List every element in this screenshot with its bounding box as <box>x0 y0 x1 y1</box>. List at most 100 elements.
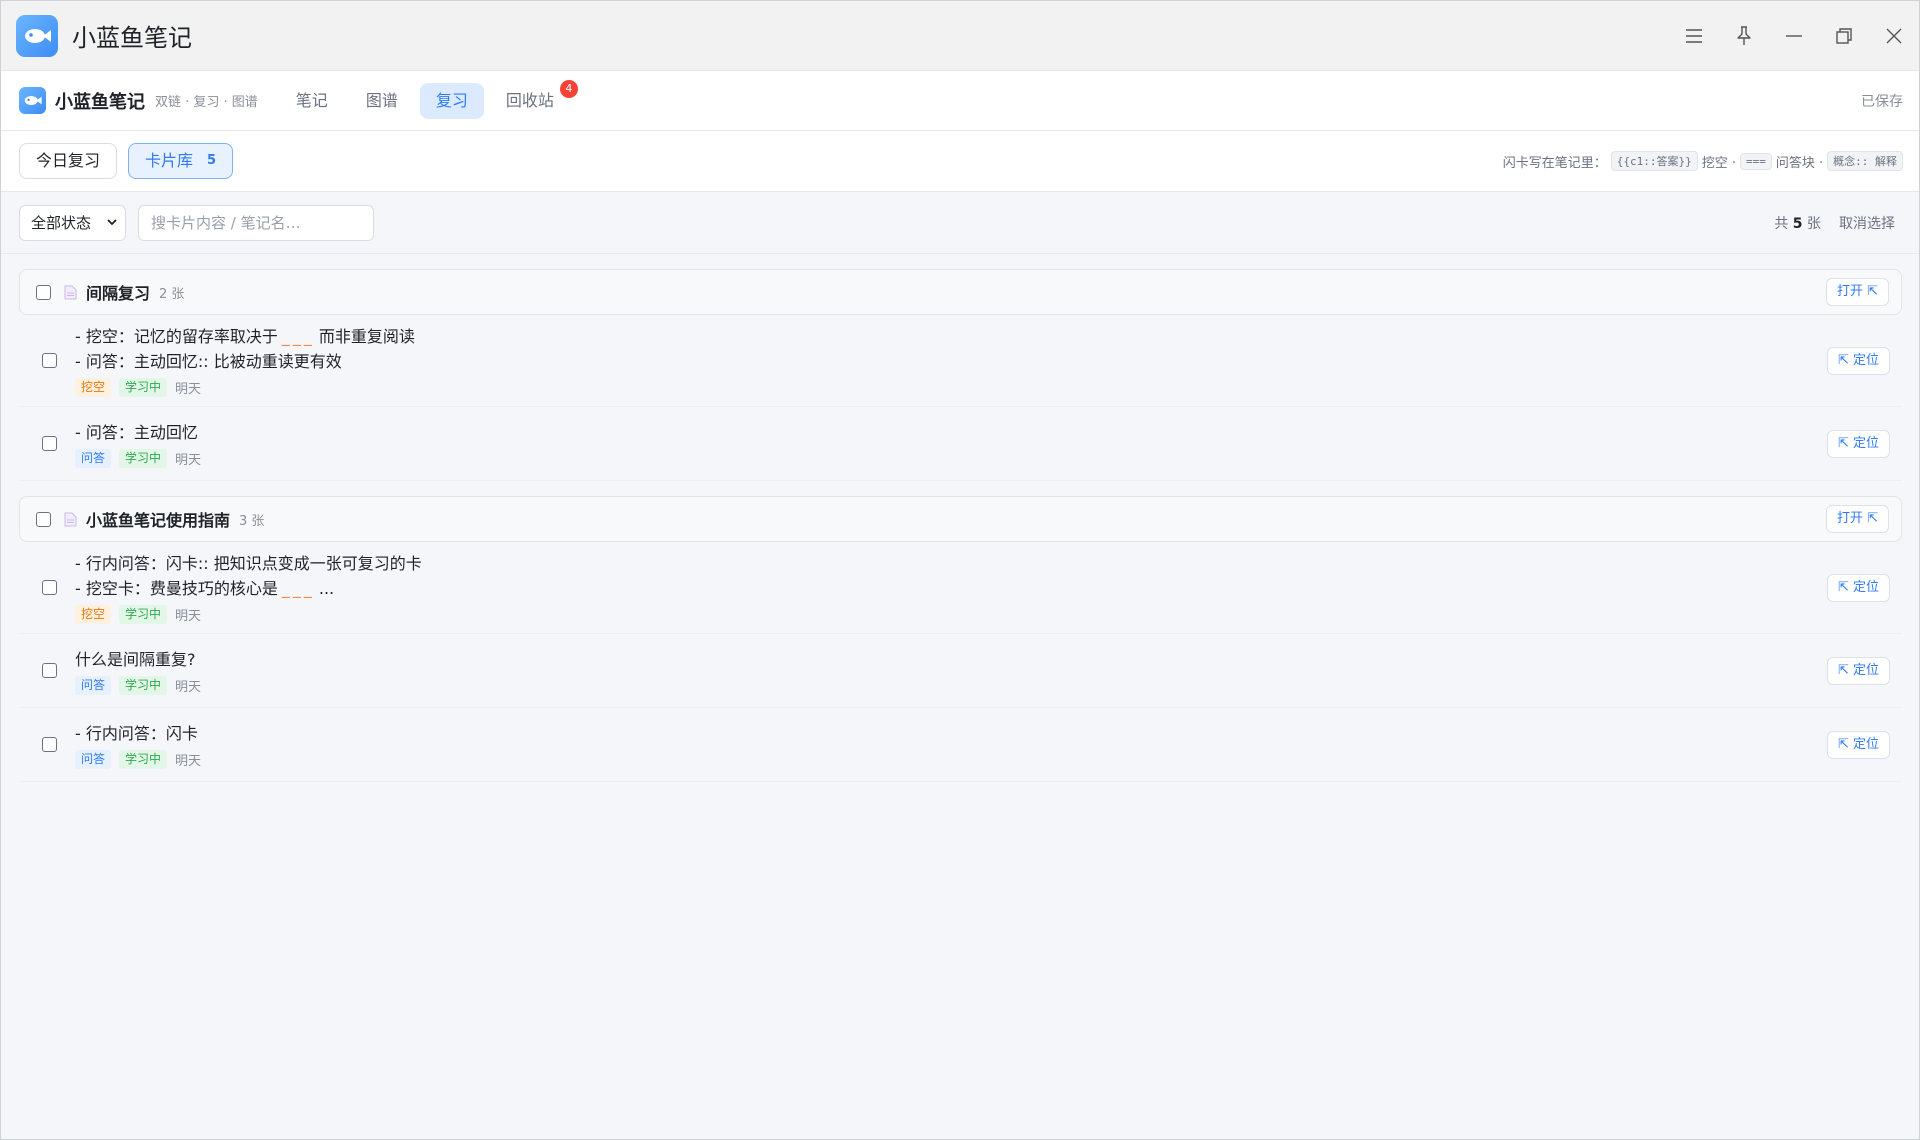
locate-button[interactable]: ⇱ 定位 <box>1826 346 1890 375</box>
brand-name: 小蓝鱼笔记 <box>55 91 145 113</box>
card-type-badge: 问答 <box>75 448 112 468</box>
close-icon[interactable] <box>1869 1 1919 71</box>
deselect-button[interactable]: 取消选择 <box>1839 213 1895 233</box>
chevron-down-icon <box>107 219 117 226</box>
card-type-badge: 问答 <box>75 675 112 695</box>
title-bar[interactable]: 小蓝鱼笔记 <box>1 1 1919 71</box>
hint-prefix: 闪卡写在笔记里： <box>1502 155 1607 171</box>
document-icon <box>64 285 77 300</box>
total-count: 共 5 张 <box>1774 213 1821 233</box>
locate-button[interactable]: ⇱ 定位 <box>1826 656 1890 685</box>
card-text: ... <box>318 579 335 598</box>
group-select-checkbox[interactable] <box>36 511 51 527</box>
status-filter-select[interactable]: 全部状态 <box>19 204 126 241</box>
card-type-badge: 问答 <box>75 749 112 769</box>
card-text: 而非重复阅读 <box>318 327 415 346</box>
flashcard-syntax-hint: 闪卡写在笔记里： {{c1::答案}} 挖空 · === 问答块 · 概念:: … <box>1503 151 1903 171</box>
tab-trash[interactable]: 回收站 4 <box>490 79 578 119</box>
note-group: 小蓝鱼笔记使用指南 3 张 打开 ⇱ - 行内问答：闪卡:: 把知识点变成一张可… <box>19 496 1902 782</box>
minimize-icon[interactable] <box>1769 1 1819 71</box>
card-type-badge: 挖空 <box>75 605 112 624</box>
card-text-line: - 问答：主动回忆 <box>75 422 198 442</box>
total-suffix: 张 <box>1807 215 1821 232</box>
hint-qa-syntax: === <box>1739 152 1772 170</box>
menu-icon[interactable] <box>1669 1 1719 71</box>
pin-icon[interactable] <box>1719 1 1769 71</box>
card-row: - 行内问答：闪卡:: 把知识点变成一张可复习的卡 - 挖空卡：费曼技巧的核心是… <box>19 542 1902 634</box>
card-due-date: 明天 <box>175 679 202 695</box>
review-subbar: 今日复习 卡片库 5 闪卡写在笔记里： {{c1::答案}} 挖空 · === … <box>1 131 1919 192</box>
card-status-badge: 学习中 <box>119 605 168 624</box>
card-type-badge: 挖空 <box>75 378 112 397</box>
card-status-badge: 学习中 <box>119 378 168 397</box>
locate-button[interactable]: ⇱ 定位 <box>1826 730 1890 759</box>
card-text-line: 什么是间隔重复? <box>75 649 196 669</box>
trash-count-badge: 4 <box>559 79 578 98</box>
total-number: 5 <box>1792 215 1803 232</box>
app-window: 小蓝鱼笔记 小蓝鱼笔记 双链 · 复习 · 图谱 笔记 图谱 复习 回收站 4 … <box>0 0 1920 1140</box>
save-status: 已保存 <box>1861 93 1903 110</box>
card-text-line: - 挖空卡：费曼技巧的核心是 ___... <box>75 576 422 601</box>
card-select-checkbox[interactable] <box>42 353 57 368</box>
group-card-count: 3 张 <box>239 513 265 529</box>
locate-button[interactable]: ⇱ 定位 <box>1826 573 1890 602</box>
card-due-date: 明天 <box>175 753 202 769</box>
hint-qa-label: 问答块 · <box>1775 155 1824 171</box>
tab-graph[interactable]: 图谱 <box>350 83 414 119</box>
card-text: - 挖空卡：费曼技巧的核心是 <box>75 579 278 598</box>
tab-review[interactable]: 复习 <box>419 82 484 119</box>
card-list: 间隔复习 2 张 打开 ⇱ - 挖空：记忆的留存率取决于 ___ 而非重复阅读 - … <box>1 254 1919 782</box>
card-due-date: 明天 <box>175 609 202 624</box>
group-header: 小蓝鱼笔记使用指南 3 张 打开 ⇱ <box>19 496 1902 542</box>
cloze-blank: ___ <box>281 327 315 346</box>
tab-today-review[interactable]: 今日复习 <box>19 143 118 179</box>
card-row: - 问答：主动回忆 问答 学习中 明天 ⇱ 定位 <box>19 407 1902 481</box>
group-title: 间隔复习 <box>86 284 151 303</box>
card-text: - 挖空：记忆的留存率取决于 <box>75 327 278 346</box>
restore-icon[interactable] <box>1819 1 1869 71</box>
cloze-blank: ___ <box>281 579 315 598</box>
status-filter-value: 全部状态 <box>31 214 92 232</box>
note-group: 间隔复习 2 张 打开 ⇱ - 挖空：记忆的留存率取决于 ___ 而非重复阅读 - … <box>19 269 1902 481</box>
card-select-checkbox[interactable] <box>42 663 57 678</box>
card-due-date: 明天 <box>175 452 202 468</box>
card-text-line: - 行内问答：闪卡 <box>75 723 198 743</box>
card-select-checkbox[interactable] <box>42 580 57 595</box>
filter-bar: 全部状态 共 5 张 取消选择 <box>1 192 1919 254</box>
card-status-badge: 学习中 <box>119 675 168 695</box>
card-status-badge: 学习中 <box>119 749 168 769</box>
brand-tagline: 双链 · 复习 · 图谱 <box>155 95 258 110</box>
card-status-badge: 学习中 <box>119 448 168 468</box>
tab-notes[interactable]: 笔记 <box>280 83 344 119</box>
window-title: 小蓝鱼笔记 <box>72 24 192 52</box>
group-select-checkbox[interactable] <box>36 284 51 300</box>
card-search-input[interactable] <box>138 204 374 241</box>
hint-cloze-label: 挖空 · <box>1701 155 1736 171</box>
group-title: 小蓝鱼笔记使用指南 <box>86 511 231 530</box>
hint-cloze-syntax: {{c1::答案}} <box>1610 151 1698 171</box>
card-row: - 行内问答：闪卡 问答 学习中 明天 ⇱ 定位 <box>19 708 1902 782</box>
top-nav: 小蓝鱼笔记 双链 · 复习 · 图谱 笔记 图谱 复习 回收站 4 已保存 <box>1 71 1919 131</box>
tab-trash-label: 回收站 <box>505 90 554 110</box>
card-text-line: - 行内问答：闪卡:: 把知识点变成一张可复习的卡 <box>75 554 422 573</box>
card-library-count: 5 <box>207 153 217 168</box>
open-note-button[interactable]: 打开 ⇱ <box>1825 505 1889 533</box>
group-header: 间隔复习 2 张 打开 ⇱ <box>19 269 1902 315</box>
card-text-line: - 挖空：记忆的留存率取决于 ___ 而非重复阅读 <box>75 324 415 349</box>
fish-logo-icon <box>19 87 46 114</box>
group-card-count: 2 张 <box>159 286 185 302</box>
open-note-button[interactable]: 打开 ⇱ <box>1825 278 1889 306</box>
locate-button[interactable]: ⇱ 定位 <box>1826 429 1890 458</box>
fish-logo-icon <box>16 14 58 57</box>
card-row: 什么是间隔重复? 问答 学习中 明天 ⇱ 定位 <box>19 634 1902 708</box>
card-select-checkbox[interactable] <box>42 737 57 752</box>
card-library-label: 卡片库 <box>145 151 194 170</box>
total-prefix: 共 <box>1774 215 1789 232</box>
tab-card-library[interactable]: 卡片库 5 <box>128 143 234 179</box>
card-text-line: - 问答：主动回忆:: 比被动重读更有效 <box>75 352 342 371</box>
card-due-date: 明天 <box>175 382 202 397</box>
document-icon <box>64 512 77 527</box>
card-row: - 挖空：记忆的留存率取决于 ___ 而非重复阅读 - 问答：主动回忆:: 比被动重… <box>19 315 1902 407</box>
hint-concept-syntax: 概念:: 解释 <box>1827 151 1903 171</box>
card-select-checkbox[interactable] <box>42 436 57 451</box>
